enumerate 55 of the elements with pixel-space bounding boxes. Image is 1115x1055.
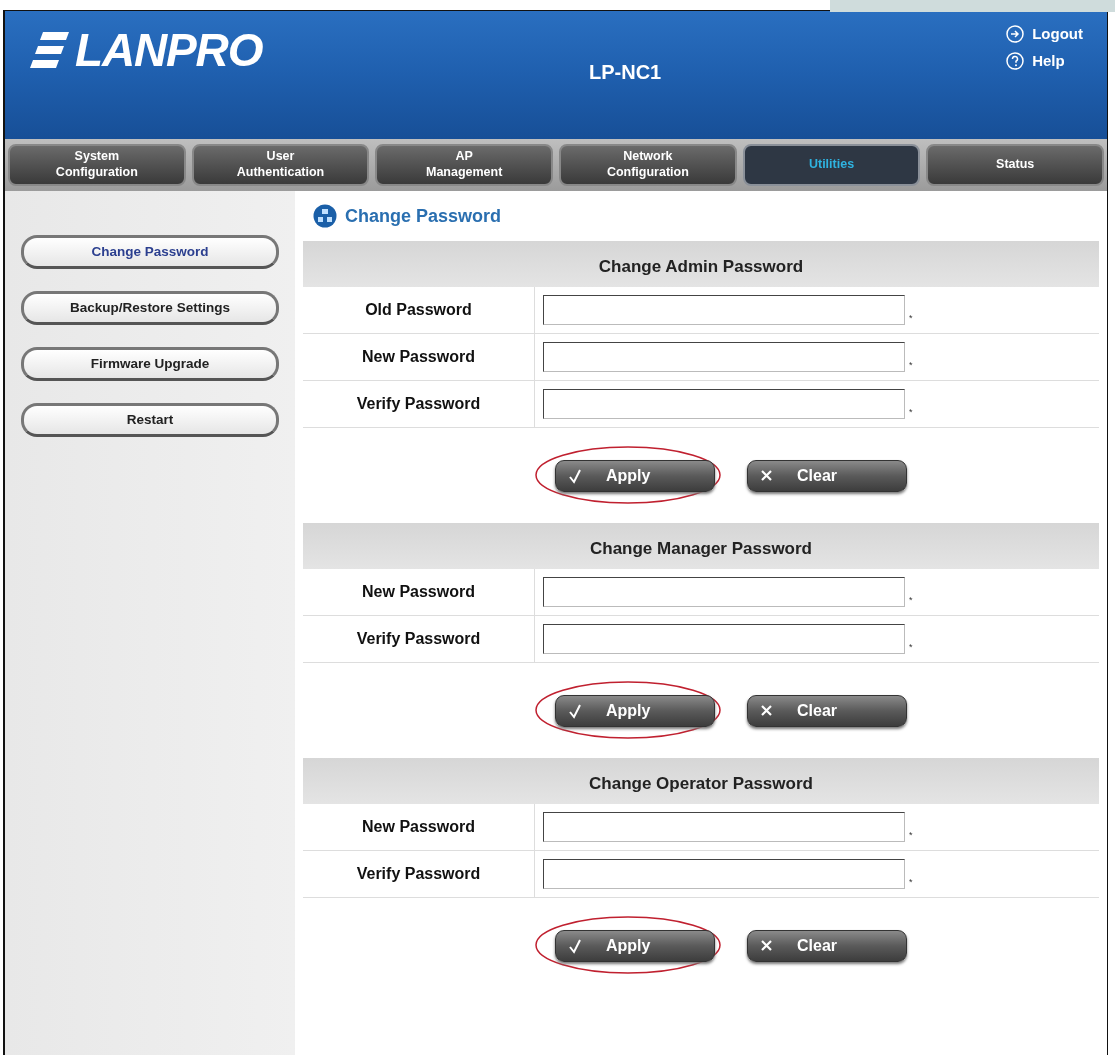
logout-link[interactable]: Logout (1006, 23, 1083, 46)
help-icon (1006, 51, 1025, 70)
field-label: New Password (362, 817, 475, 837)
password-field[interactable] (543, 295, 905, 325)
sidebar-button[interactable]: Firmware Upgrade (21, 347, 279, 381)
password-field[interactable] (543, 859, 905, 889)
required-mark: * (909, 311, 913, 325)
password-field[interactable] (543, 389, 905, 419)
field-label: New Password (362, 582, 475, 602)
check-icon (568, 467, 582, 484)
help-link[interactable]: Help (1006, 49, 1083, 72)
field-label: Verify Password (356, 629, 481, 649)
apply-button[interactable]: Apply (555, 694, 715, 727)
password-field[interactable] (543, 812, 905, 842)
password-field[interactable] (543, 342, 905, 372)
logout-icon (1006, 25, 1025, 44)
field-label: Verify Password (356, 394, 481, 414)
apply-button[interactable]: Apply (555, 929, 715, 962)
close-icon (760, 704, 773, 717)
sidebar-button[interactable]: Restart (21, 403, 279, 437)
clear-button[interactable]: Clear (747, 694, 907, 727)
logo-icon (29, 30, 71, 70)
required-mark: * (909, 828, 913, 842)
model-name: LP-NC1 (588, 60, 663, 85)
required-mark: * (909, 593, 913, 607)
password-field[interactable] (543, 624, 905, 654)
required-mark: * (909, 875, 913, 889)
sidebar-button[interactable]: Change Password (21, 235, 279, 269)
required-mark: * (909, 358, 913, 372)
section-header: Change Admin Password (303, 241, 1099, 287)
nav-tab[interactable]: Utilities (742, 144, 921, 186)
close-icon (760, 469, 773, 482)
clear-button[interactable]: Clear (747, 459, 907, 492)
required-mark: * (909, 640, 913, 654)
required-mark: * (909, 405, 913, 419)
nav-tab[interactable]: AP Management (375, 144, 553, 186)
sidebar-button[interactable]: Backup/Restore Settings (21, 291, 279, 325)
nav-tab[interactable]: Status (926, 144, 1105, 186)
nav-tab[interactable]: Network Configuration (559, 144, 737, 186)
close-icon (760, 939, 773, 952)
nav-tab[interactable]: User Authentication (191, 144, 370, 186)
password-field[interactable] (543, 577, 905, 607)
field-label: Verify Password (356, 864, 481, 884)
section-header: Change Operator Password (303, 758, 1099, 804)
field-label: New Password (362, 347, 475, 367)
check-icon (568, 702, 582, 719)
brand-logo: LANPRO (75, 27, 263, 73)
field-label: Old Password (365, 300, 472, 320)
section-header: Change Manager Password (303, 523, 1099, 569)
check-icon (568, 937, 582, 954)
page-title: Change Password (345, 204, 502, 228)
apply-button[interactable]: Apply (555, 459, 715, 492)
nav-tab[interactable]: System Configuration (8, 144, 186, 186)
page-title-icon (313, 204, 337, 228)
clear-button[interactable]: Clear (747, 929, 907, 962)
